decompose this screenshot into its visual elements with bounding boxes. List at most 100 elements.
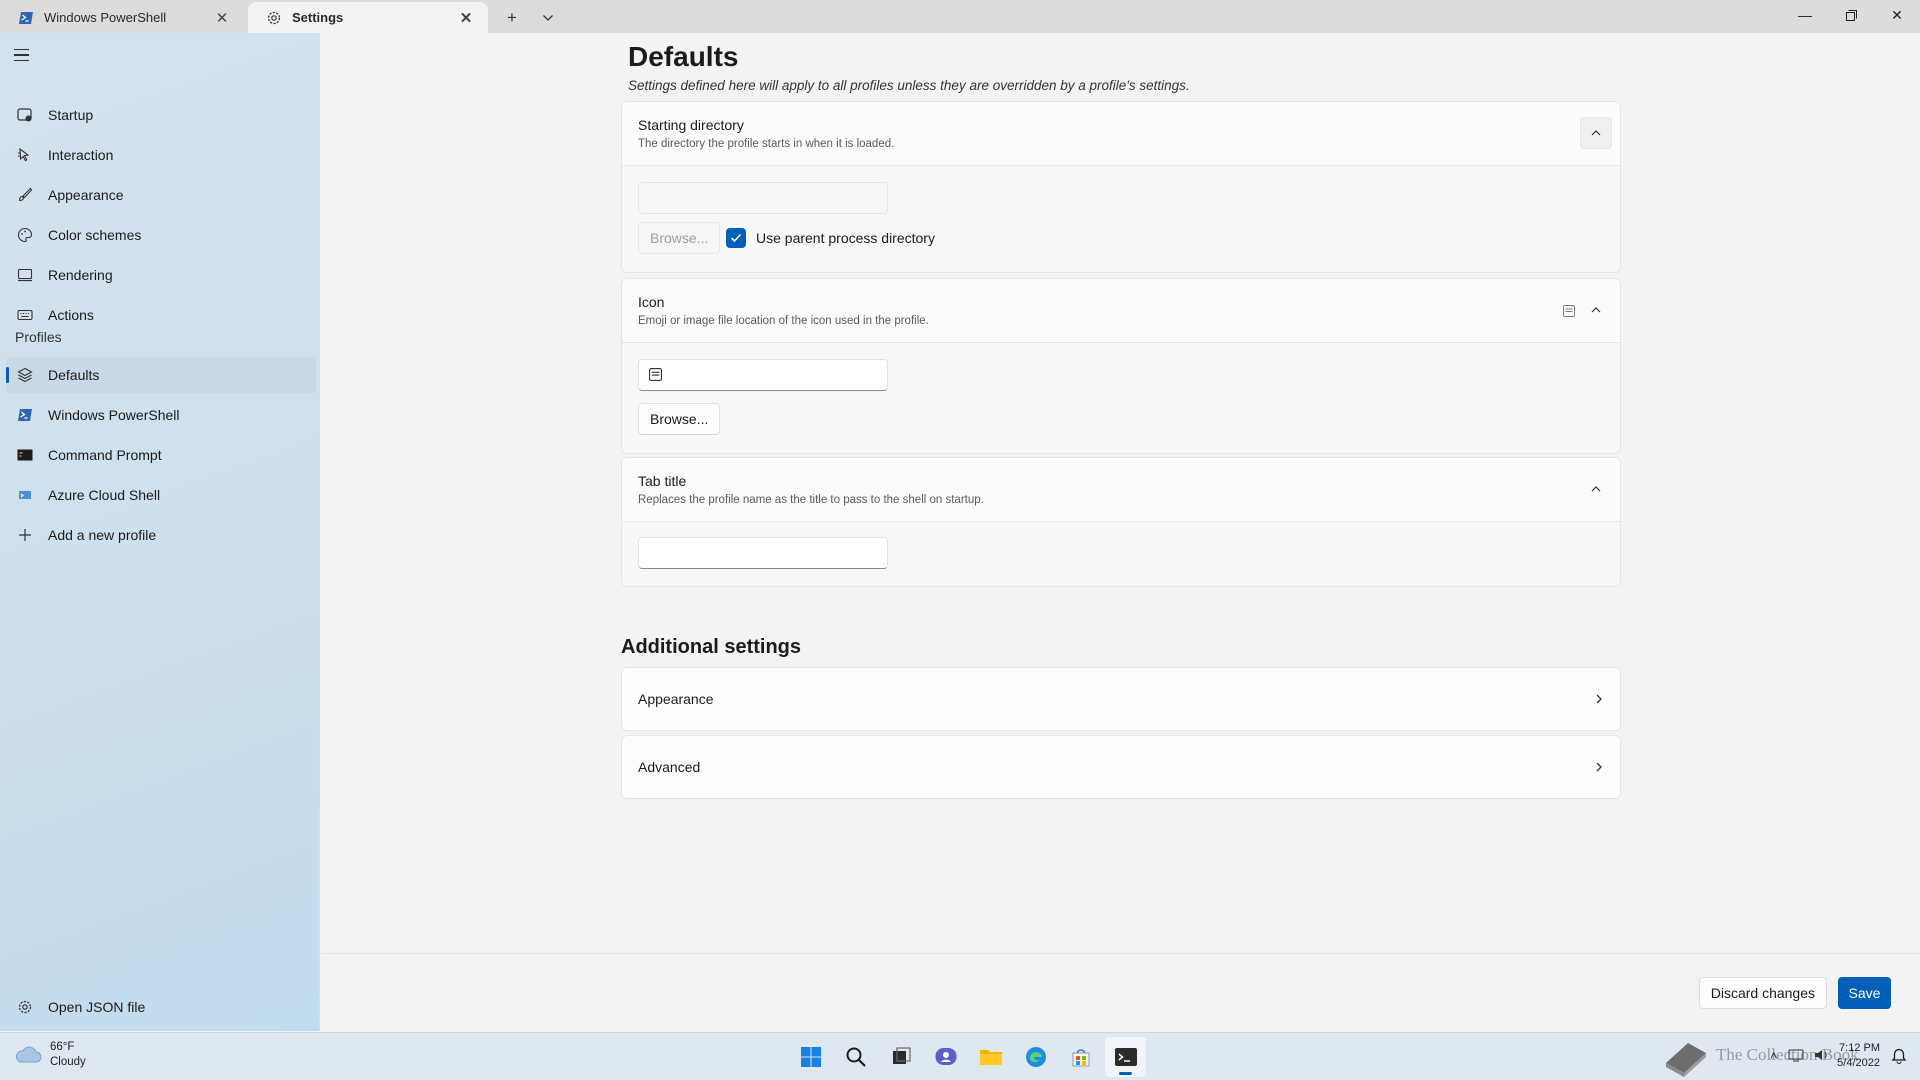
sidebar-item-open-json-file[interactable]: Open JSON file [6,989,316,1025]
sidebar-item-label: Interaction [48,147,114,163]
weather-condition: Cloudy [50,1056,86,1068]
sidebar-item-appearance[interactable]: Appearance [6,177,316,213]
sidebar-item-defaults[interactable]: Defaults [6,357,316,393]
monitor-icon [16,266,34,284]
tab-label: Windows PowerShell [44,10,167,25]
store-icon[interactable] [1060,1037,1101,1077]
starting-directory-input[interactable] [638,182,888,214]
page-title: Defaults [628,41,739,72]
sidebar-item-rendering[interactable]: Rendering [6,257,316,293]
starting-directory-card: Starting directory The directory the pro… [621,101,1621,273]
checkbox-label: Use parent process directory [756,230,935,246]
start-icon[interactable] [790,1037,831,1077]
collapse-chevron-up-icon[interactable] [1580,117,1612,149]
advanced-settings-link[interactable]: Advanced [621,735,1621,799]
settings-content: Defaults Settings defined here will appl… [321,33,1920,953]
powershell-icon [18,10,34,26]
restore-icon[interactable] [1828,0,1874,30]
interaction-icon [16,146,34,164]
palette-icon [16,226,34,244]
terminal-icon[interactable] [1105,1037,1146,1077]
starting-directory-browse-button[interactable]: Browse... [638,222,721,254]
sidebar-item-add-new-profile[interactable]: Add a new profile [6,517,316,553]
profiles-section-header: Profiles [15,329,62,345]
sidebar-item-startup[interactable]: Startup [6,97,316,133]
sidebar-item-windows-powershell[interactable]: Windows PowerShell [6,397,316,433]
cmd-icon [16,446,34,464]
volume-icon[interactable] [1814,1048,1830,1065]
card-description: Replaces the profile name as the title t… [638,494,984,506]
tab-title-header[interactable]: Tab title Replaces the profile name as t… [622,458,1620,522]
card-title: Tab title [638,473,687,489]
sidebar-item-azure-cloud-shell[interactable]: Azure Cloud Shell [6,477,316,513]
tab-title-card: Tab title Replaces the profile name as t… [621,457,1621,587]
book-logo-icon [1660,1033,1712,1080]
image-file-icon [649,368,663,382]
search-icon[interactable] [835,1037,876,1077]
sidebar-item-label: Color schemes [48,227,142,243]
azure-icon [16,486,34,504]
file-explorer-icon[interactable] [970,1037,1011,1077]
taskbar: 66°F Cloudy The Collection Book ˄ 7:12 P… [0,1032,1920,1080]
title-bar: Windows PowerShell ✕ Settings ✕ + — ✕ [0,0,1920,33]
tab-windows-powershell[interactable]: Windows PowerShell ✕ [0,2,244,33]
tab-label: Settings [292,10,344,25]
chevron-right-icon [1592,692,1606,706]
chevron-right-icon [1592,760,1606,774]
additional-settings-title: Additional settings [621,636,801,658]
save-button[interactable]: Save [1838,977,1891,1009]
sidebar-item-color-schemes[interactable]: Color schemes [6,217,316,253]
clock-time: 7:12 PM [1839,1042,1880,1054]
sidebar: Startup Interaction Appearance Color sch… [0,33,320,1031]
close-tab-icon[interactable]: ✕ [456,8,476,28]
tab-dropdown-chevron-icon[interactable] [530,2,566,33]
edge-icon[interactable] [1015,1037,1056,1077]
sidebar-item-label: Actions [48,307,94,323]
starting-directory-header[interactable]: Starting directory The directory the pro… [622,102,1620,166]
gear-icon [16,998,34,1016]
hamburger-menu-icon[interactable] [14,45,34,65]
system-tray: The Collection Book ˄ 7:12 PM 5/4/2022 [1660,1033,1920,1080]
collapse-chevron-up-icon[interactable] [1580,473,1612,505]
sidebar-item-label: Defaults [48,367,100,383]
chevron-up-icon[interactable]: ˄ [1770,1048,1778,1065]
collapse-chevron-up-icon[interactable] [1580,294,1612,326]
tab-title-input[interactable] [638,537,888,569]
sidebar-item-command-prompt[interactable]: Command Prompt [6,437,316,473]
cloud-icon [14,1044,42,1066]
system-clock[interactable]: 7:12 PM 5/4/2022 [1837,1041,1880,1071]
card-description: Emoji or image file location of the icon… [638,315,929,327]
close-tab-icon[interactable]: ✕ [212,8,232,28]
brush-icon [16,186,34,204]
icon-header[interactable]: Icon Emoji or image file location of the… [622,279,1620,343]
task-view-icon[interactable] [880,1037,921,1077]
discard-changes-button[interactable]: Discard changes [1698,977,1827,1009]
sidebar-item-label: Open JSON file [48,999,146,1015]
new-tab-plus-icon[interactable]: + [494,2,530,33]
minimize-icon[interactable]: — [1782,0,1828,30]
chat-icon[interactable] [925,1037,966,1077]
sidebar-item-label: Azure Cloud Shell [48,487,161,503]
card-title: Icon [638,294,665,310]
icon-browse-button[interactable]: Browse... [638,403,721,435]
appearance-settings-link[interactable]: Appearance [621,667,1621,731]
notification-bell-icon[interactable] [1891,1048,1908,1064]
keyboard-icon [16,306,34,324]
tab-settings[interactable]: Settings ✕ [248,2,488,33]
use-parent-process-directory-checkbox[interactable]: Use parent process directory [726,226,935,250]
sidebar-item-interaction[interactable]: Interaction [6,137,316,173]
icon-path-input[interactable] [638,359,888,391]
weather-widget[interactable]: 66°F Cloudy [14,1040,86,1070]
sidebar-item-actions[interactable]: Actions [6,297,316,333]
layers-icon [16,366,34,384]
sidebar-item-label: Windows PowerShell [48,407,180,423]
card-title: Starting directory [638,117,744,133]
weather-temperature: 66°F [50,1041,75,1053]
gear-icon [266,10,282,26]
page-subtitle: Settings defined here will apply to all … [628,78,1190,93]
network-icon[interactable] [1788,1048,1804,1065]
card-description: The directory the profile starts in when… [638,138,895,150]
powershell-icon [16,406,34,424]
close-window-icon[interactable]: ✕ [1874,0,1920,30]
startup-icon [16,106,34,124]
